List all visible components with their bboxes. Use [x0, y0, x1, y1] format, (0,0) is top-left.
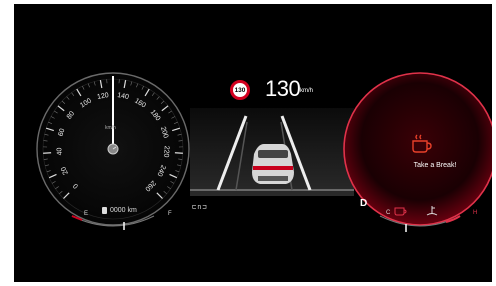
alert-message: Take a Break! [413, 162, 457, 169]
drive-mode-indicator: ⊏n⊐ [192, 203, 208, 211]
gear-indicator: D [360, 198, 368, 209]
speedo-tick-label: 220 [162, 145, 170, 158]
driving-assist-view [190, 108, 354, 196]
temp-cold-label: C [386, 210, 391, 216]
speedo-tick-label: 40 [56, 147, 64, 156]
temp-hot-label: H [473, 210, 478, 216]
fuel-full-label: F [168, 211, 172, 217]
fuel-pump-icon [102, 207, 107, 214]
speed-limit-sign: 130 [230, 80, 250, 100]
fuel-empty-label: E [84, 211, 89, 217]
speedo-unit-label: km/h [105, 125, 116, 131]
car-icon [252, 144, 294, 184]
odometer: 0000 km [102, 207, 137, 214]
cluster-graphics [36, 72, 492, 232]
current-speed-readout: 130 [265, 76, 301, 101]
instrument-cluster: 130 130 km/h km/h 0 20 40 60 80 100 120 140 160 1… [14, 4, 492, 282]
speed-unit-label: km/h [300, 88, 314, 94]
odometer-value: 0000 km [110, 207, 137, 214]
